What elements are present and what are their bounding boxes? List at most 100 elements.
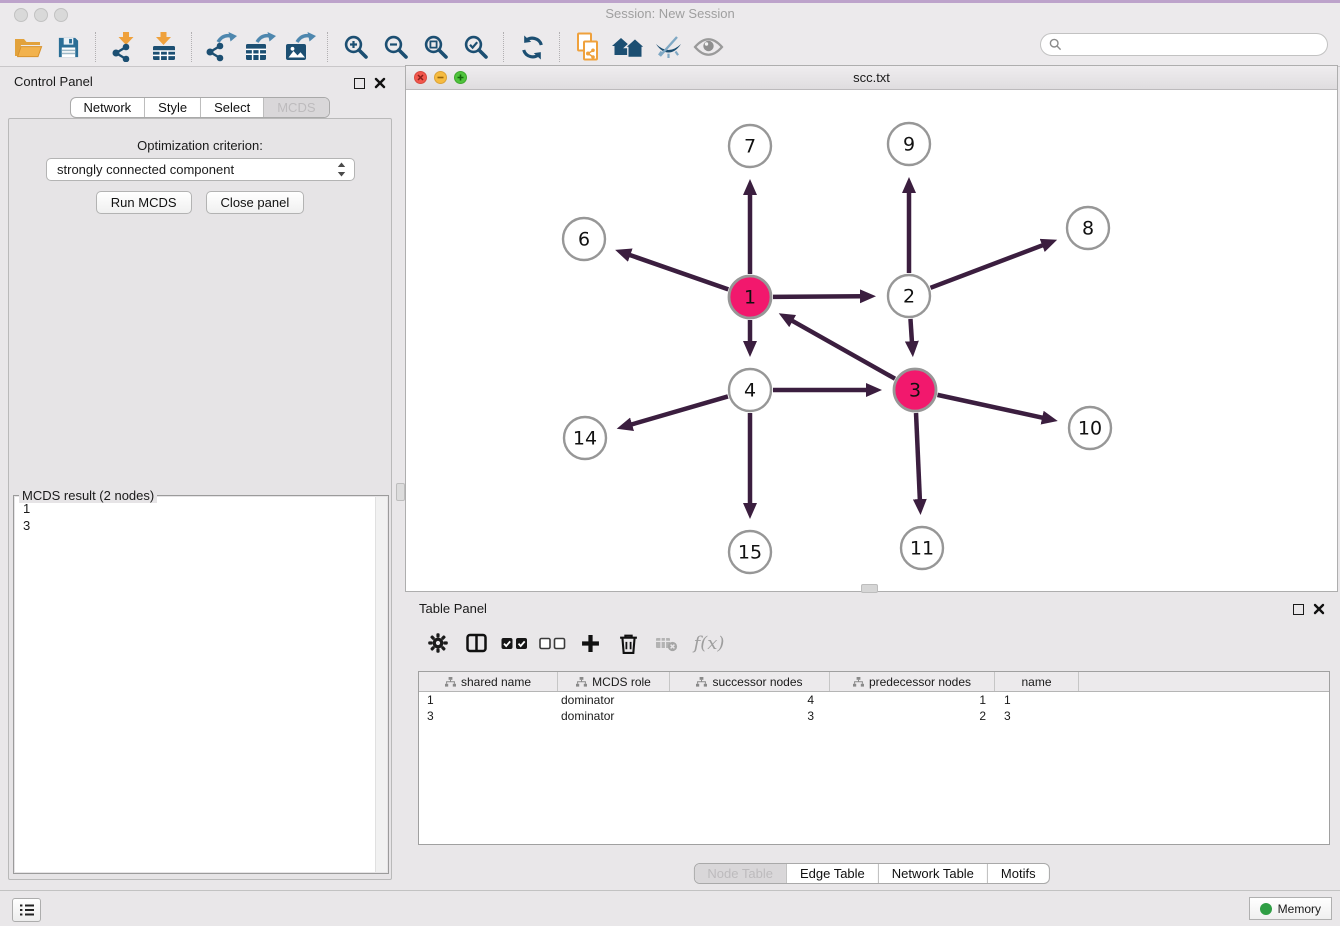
network-graph[interactable]: 7968124314101511 xyxy=(406,89,1337,591)
result-scrollbar[interactable] xyxy=(375,497,387,872)
window-top-accent xyxy=(0,0,1340,3)
mcds-tab-content: Optimization criterion: strongly connect… xyxy=(8,118,392,880)
task-list-icon xyxy=(19,904,35,916)
hide-selected-icon[interactable] xyxy=(648,30,688,64)
export-table-icon[interactable] xyxy=(240,30,280,64)
cell-mcds-role[interactable]: dominator xyxy=(558,693,670,707)
edge-2-3[interactable] xyxy=(910,319,912,343)
cell-name[interactable]: 3 xyxy=(995,709,1079,723)
select-all-icon[interactable] xyxy=(495,625,533,661)
node-label-10: 10 xyxy=(1078,418,1102,440)
task-history-button[interactable] xyxy=(12,898,41,922)
table-row[interactable]: 3dominator323 xyxy=(419,708,1329,724)
node-label-3: 3 xyxy=(909,380,921,402)
edge-3-10[interactable] xyxy=(937,395,1044,418)
close-panel-button[interactable]: Close panel xyxy=(206,191,305,214)
cell-predecessor-nodes[interactable]: 2 xyxy=(830,709,995,723)
optimization-criterion-dropdown[interactable]: strongly connected component xyxy=(46,158,355,181)
cell-name[interactable]: 1 xyxy=(995,693,1079,707)
edge-3-1[interactable] xyxy=(791,320,895,379)
deselect-all-icon[interactable] xyxy=(533,625,571,661)
tab-select[interactable]: Select xyxy=(200,98,263,117)
node-table: shared nameMCDS role successor nodes prede… xyxy=(418,671,1330,845)
import-network-icon[interactable] xyxy=(104,30,144,64)
session-title: Session: New Session xyxy=(0,6,1340,21)
edge-3-11[interactable] xyxy=(916,413,920,501)
export-network-icon[interactable] xyxy=(200,30,240,64)
memory-button[interactable]: Memory xyxy=(1249,897,1332,920)
cell-shared-name[interactable]: 3 xyxy=(419,709,558,723)
float-table-panel-icon[interactable] xyxy=(1293,604,1304,615)
close-panel-icon[interactable] xyxy=(374,77,386,89)
edge-2-8[interactable] xyxy=(931,245,1045,288)
horizontal-splitter-handle[interactable] xyxy=(861,584,878,593)
column-header-label: name xyxy=(1021,675,1051,689)
tab-edge-table[interactable]: Edge Table xyxy=(786,864,878,883)
table-options-gear-icon[interactable] xyxy=(419,625,457,661)
column-header-shared-name[interactable]: shared name xyxy=(419,672,558,691)
close-table-panel-icon[interactable] xyxy=(1313,603,1325,615)
run-mcds-button[interactable]: Run MCDS xyxy=(96,191,192,214)
edge-4-14[interactable] xyxy=(630,396,728,424)
mcds-buttons-row: Run MCDS Close panel xyxy=(9,191,391,214)
network-view-window: scc.txt 7968124314101511 xyxy=(405,65,1338,592)
split-view-icon[interactable] xyxy=(457,625,495,661)
node-label-8: 8 xyxy=(1082,218,1094,240)
status-bar: Memory xyxy=(0,890,1340,926)
show-hidden-icon[interactable] xyxy=(688,30,728,64)
import-table-icon[interactable] xyxy=(144,30,184,64)
first-neighbors-icon[interactable] xyxy=(608,30,648,64)
zoom-in-icon[interactable] xyxy=(336,30,376,64)
column-header-name[interactable]: name xyxy=(995,672,1079,691)
cell-predecessor-nodes[interactable]: 1 xyxy=(830,693,995,707)
search-box xyxy=(1040,33,1328,56)
cell-mcds-role[interactable]: dominator xyxy=(558,709,670,723)
cell-shared-name[interactable]: 1 xyxy=(419,693,558,707)
table-panel: Table Panel f(x) shared nameMCDS rolesuc… xyxy=(405,595,1338,889)
add-column-icon[interactable] xyxy=(571,625,609,661)
table-row[interactable]: 1dominator411 xyxy=(419,692,1329,708)
mcds-result-text[interactable]: 13 xyxy=(15,497,387,872)
cell-successor-nodes[interactable]: 4 xyxy=(670,693,830,707)
search-input[interactable] xyxy=(1067,35,1327,55)
tab-network-table[interactable]: Network Table xyxy=(878,864,987,883)
node-table-body: 1dominator4113dominator323 xyxy=(419,692,1329,724)
node-label-15: 15 xyxy=(738,542,762,564)
float-panel-icon[interactable] xyxy=(354,78,365,89)
table-toolbar: f(x) xyxy=(419,622,733,664)
node-label-7: 7 xyxy=(744,136,756,158)
export-image-icon[interactable] xyxy=(280,30,320,64)
node-label-1: 1 xyxy=(744,287,756,309)
main-toolbar xyxy=(0,28,1340,67)
edge-1-2[interactable] xyxy=(773,296,862,297)
open-session-icon[interactable] xyxy=(8,30,48,64)
node-label-2: 2 xyxy=(903,286,915,308)
zoom-fit-icon[interactable] xyxy=(416,30,456,64)
mcds-result-title: MCDS result (2 nodes) xyxy=(19,488,157,503)
node-label-14: 14 xyxy=(573,428,597,450)
zoom-out-icon[interactable] xyxy=(376,30,416,64)
tab-network[interactable]: Network xyxy=(70,98,144,117)
cell-successor-nodes[interactable]: 3 xyxy=(670,709,830,723)
dropdown-value: strongly connected component xyxy=(57,162,337,177)
edge-1-6[interactable] xyxy=(628,255,728,290)
zoom-selected-icon[interactable] xyxy=(456,30,496,64)
memory-label: Memory xyxy=(1278,902,1321,916)
save-session-icon[interactable] xyxy=(48,30,88,64)
new-network-from-selection-icon[interactable] xyxy=(568,30,608,64)
delete-column-icon[interactable] xyxy=(609,625,647,661)
apply-layout-icon[interactable] xyxy=(512,30,552,64)
mcds-result-line: 3 xyxy=(23,517,387,534)
tab-node-table[interactable]: Node Table xyxy=(694,864,786,883)
tab-motifs[interactable]: Motifs xyxy=(987,864,1049,883)
node-label-6: 6 xyxy=(578,229,590,251)
tab-style[interactable]: Style xyxy=(144,98,200,117)
tab-mcds[interactable]: MCDS xyxy=(263,98,328,117)
table-panel-tabs: Node TableEdge TableNetwork TableMotifs xyxy=(693,863,1049,884)
column-header-label: successor nodes xyxy=(712,675,802,689)
column-header-successor-nodes[interactable]: successor nodes xyxy=(670,672,830,691)
panel-splitter-handle[interactable] xyxy=(396,483,405,501)
column-header-mcds-role[interactable]: MCDS role xyxy=(558,672,670,691)
column-header-predecessor-nodes[interactable]: predecessor nodes xyxy=(830,672,995,691)
network-window-titlebar[interactable]: scc.txt xyxy=(406,66,1337,90)
